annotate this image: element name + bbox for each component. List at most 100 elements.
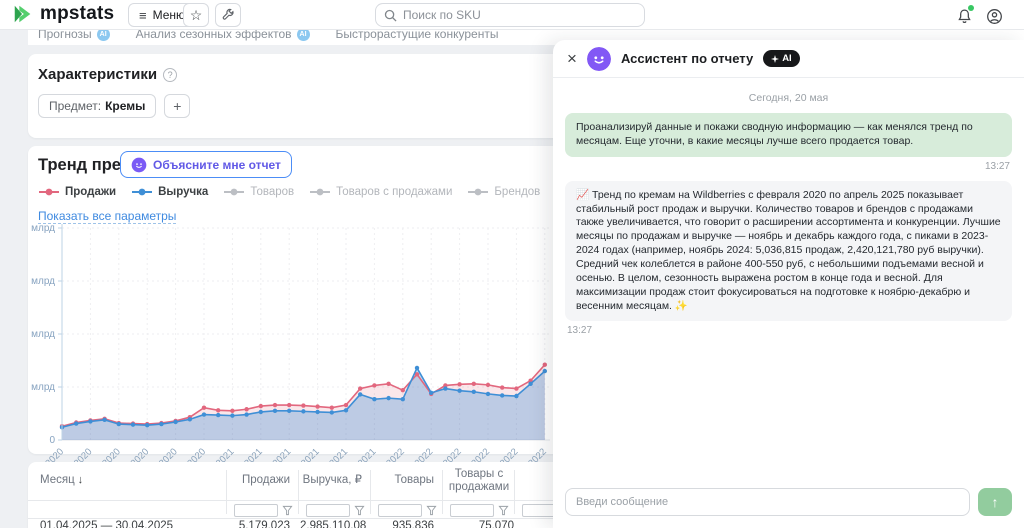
data-point [514,393,519,399]
top-bar: mpstats ≡ Меню ☆ [0,0,1024,30]
column-header[interactable]: Месяц ↓ [40,474,225,487]
data-point [201,405,207,410]
notifications-button[interactable] [952,5,976,27]
sort-icon[interactable]: ↓ [78,474,84,486]
cell-month: 01.04.2025 — 30.04.2025 [40,520,174,528]
mpstats-logo[interactable]: mpstats [12,3,114,25]
send-button[interactable]: ↑ [978,488,1012,516]
column-header[interactable]: Продажи [228,474,290,487]
chat-title: Ассистент по отчету [620,51,754,66]
nav-item[interactable]: Прогнозы AI [38,30,110,41]
menu-icon: ≡ [139,7,147,23]
data-point [230,413,235,418]
x-axis-label: 06.2022 [432,446,464,462]
data-point [358,392,363,397]
tools-button[interactable] [215,3,241,27]
subject-chip[interactable]: Предмет: Кремы [38,94,157,118]
characteristics-title-text: Характеристики [38,66,158,83]
data-point [201,412,207,417]
data-point [372,383,377,388]
filter-input[interactable] [234,504,278,517]
data-point [542,368,547,374]
data-point [216,408,221,413]
data-point [258,409,263,415]
add-characteristic-button[interactable]: + [164,94,191,118]
filter-input[interactable] [450,504,494,517]
explain-report-button[interactable]: Объясните мне отчет [120,151,292,178]
filter-input[interactable] [378,504,422,517]
cell-value: 2,985,110.08 [300,520,367,528]
filter-input[interactable] [306,504,350,517]
column-header[interactable]: Выручка, ₽ [300,474,362,487]
data-point [116,421,122,427]
data-point [443,386,448,391]
cell-value: 5,179,023 [238,520,290,528]
legend-item[interactable]: Брендов [467,186,540,198]
filter-cell [234,504,293,517]
nav-item[interactable]: Быстрорастущие конкуренты [336,30,499,41]
column-header[interactable]: Товары [372,474,434,487]
search-input[interactable] [403,8,636,22]
data-point [358,386,363,391]
data-point [272,408,278,414]
help-icon[interactable]: ? [163,67,178,82]
cell-value: 75,070 [478,520,514,528]
chat-body: Сегодня, 20 мая Проанализируй данные и п… [553,78,1024,482]
filter-funnel-icon[interactable] [498,505,509,516]
legend-item[interactable]: Товаров с продажами [309,186,452,198]
account-button[interactable] [982,5,1006,27]
data-point [145,422,150,428]
data-point [457,388,462,393]
filter-cell [306,504,365,517]
data-point [173,419,178,425]
legend-marker [224,188,245,196]
assistant-message: 📈 Тренд по кремам на Wildberries с февра… [565,180,1012,322]
sku-search[interactable] [375,3,645,27]
data-point [130,422,136,427]
date-separator: Сегодня, 20 мая [748,92,829,104]
data-point [244,412,249,417]
x-axis-label: 06.2021 [261,446,293,462]
ai-badge-label: AI [782,53,792,64]
data-point [457,382,462,387]
x-axis-label: 04.2020 [62,446,94,462]
favorites-button[interactable]: ☆ [183,3,209,27]
y-axis-label: 2 млрд [30,329,55,340]
chat-message-input[interactable] [565,488,970,516]
column-divider [442,470,443,514]
y-axis-label: 3 млрд [30,276,55,287]
filter-funnel-icon[interactable] [354,505,365,516]
ai-badge-small: AI [96,30,110,41]
ai-badge-small: AI [296,30,310,41]
menu-label: Меню [152,8,186,22]
filter-cell [450,504,509,517]
legend-label: Товаров [250,186,295,198]
screen: mpstats ≡ Меню ☆ Поиск по SKU Прогнозы A… [0,0,1024,528]
legend-label: Брендов [494,186,541,198]
data-point [315,404,320,409]
chip-value: Кремы [105,99,146,113]
legend-item[interactable]: Продажи [38,186,116,198]
legend-item[interactable]: Выручка [131,186,208,198]
explain-report-label: Объясните мне отчет [153,157,281,172]
x-axis-label: 06.2020 [91,446,123,462]
data-point [301,403,306,408]
close-chat-button[interactable]: × [567,50,577,67]
legend-label: Продажи [65,186,117,198]
x-axis-label: 02.2022 [375,446,407,462]
filter-funnel-icon[interactable] [282,505,293,516]
column-header[interactable]: Товары с продажами [444,468,514,494]
trend-chart-svg: 01 млрд2 млрд3 млрд4 млрд02.202004.20200… [23,223,550,478]
data-point [500,385,505,390]
user-icon [986,8,1002,24]
legend-item[interactable]: Товаров [223,186,294,198]
x-axis-label: 08.2022 [460,446,492,462]
trend-chart: 01 млрд2 млрд3 млрд4 млрд02.202004.20200… [23,222,553,478]
nav-item[interactable]: Анализ сезонных эффектов AI [136,30,310,41]
data-point [343,408,349,413]
data-point [471,389,476,394]
data-point [287,402,292,408]
filter-funnel-icon[interactable] [426,505,437,516]
x-axis-label: 04.2022 [403,446,435,462]
data-point [514,386,519,391]
